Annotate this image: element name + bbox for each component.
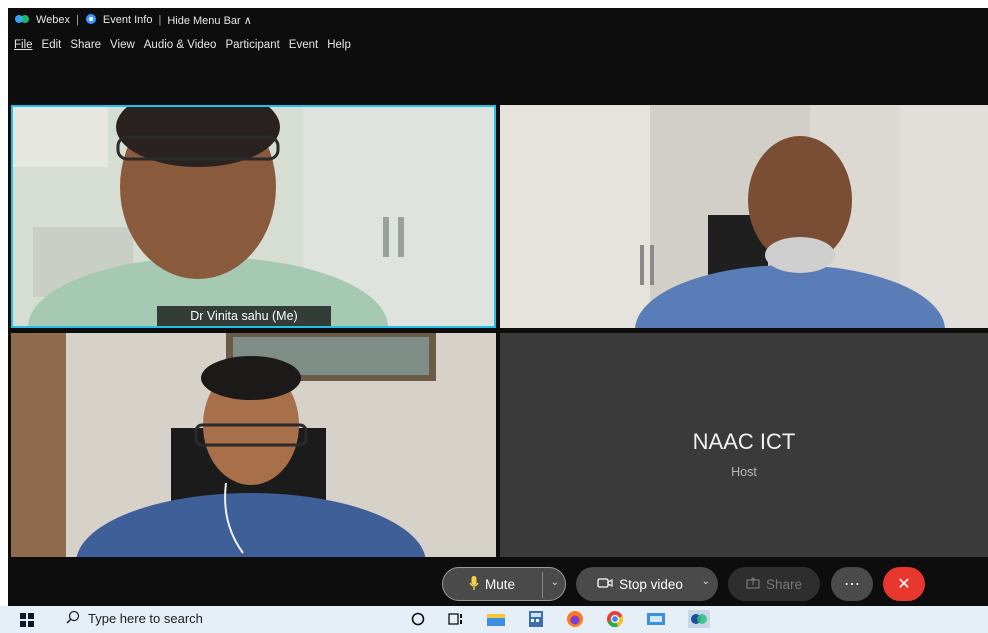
meeting-controls: Mute ⌄ Stop video ⌄ Share ⋯ ✕ [8,564,988,606]
audio-options-chevron-icon[interactable]: ⌄ [551,577,559,588]
video-grid: Dr Vinita sahu (Me) NAAC ICT Host [8,102,988,562]
leave-meeting-button[interactable]: ✕ [883,567,925,601]
title-separator-2: | [158,14,162,26]
chrome-icon[interactable] [606,610,624,633]
host-name: NAAC ICT [692,429,796,454]
windows-start-icon[interactable] [20,613,34,627]
menu-view[interactable]: View [110,39,135,51]
menu-bar: File Edit Share View Audio & Video Parti… [8,34,351,56]
webex-meeting-window: Webex | Event Info | Hide Menu Bar ∧ Fil… [8,8,988,606]
mute-button[interactable]: Mute ⌄ [442,567,566,601]
task-view-icon[interactable] [448,611,464,632]
menu-help[interactable]: Help [327,39,351,51]
cortana-icon[interactable] [410,611,426,632]
calculator-icon[interactable] [528,610,544,633]
firefox-icon[interactable] [566,610,584,633]
title-separator: | [76,14,79,26]
stop-video-label: Stop video [619,576,683,592]
video-options-chevron-icon[interactable]: ⌄ [702,576,710,587]
taskbar-search-box[interactable]: Type here to search [66,610,203,627]
search-icon [66,610,80,627]
menu-share[interactable]: Share [70,39,101,51]
participant-2-video-feed [500,105,988,328]
self-video-feed [13,107,494,326]
participant-3-video-feed [11,333,496,557]
search-placeholder: Type here to search [88,611,203,626]
video-tile-participant-3[interactable] [11,333,496,557]
microphone-icon [469,575,479,594]
windows-taskbar: Type here to search [0,606,988,633]
webex-logo-icon [14,14,30,27]
menu-participant[interactable]: Participant [225,39,279,51]
menu-event[interactable]: Event [289,39,318,51]
video-tile-participant-2[interactable] [500,105,988,328]
mute-label: Mute [484,576,515,592]
host-role-label: Host [731,465,757,479]
share-label: Share [765,576,803,592]
share-button[interactable]: Share [728,567,820,601]
video-tile-host[interactable]: NAAC ICT Host [500,333,988,557]
menu-audio-video[interactable]: Audio & Video [144,39,217,51]
menu-file[interactable]: File [14,39,33,51]
hide-menu-bar-button[interactable]: Hide Menu Bar ∧ [167,14,251,27]
app-name: Webex [36,14,71,26]
participant-name-tag: Dr Vinita sahu (Me) [157,306,331,326]
menu-edit[interactable]: Edit [42,39,62,51]
webex-taskbar-icon[interactable] [688,610,710,633]
event-info-link[interactable]: Event Info [103,14,153,26]
video-tile-self[interactable]: Dr Vinita sahu (Me) [11,105,496,328]
share-icon [746,576,760,592]
event-info-icon [85,13,97,28]
remote-desktop-icon[interactable] [646,611,666,632]
stop-video-button[interactable]: Stop video ⌄ [576,567,718,601]
file-explorer-icon[interactable] [486,611,506,632]
more-options-button[interactable]: ⋯ [831,567,873,601]
mute-divider [542,572,543,598]
camera-icon [597,577,613,592]
title-bar: Webex | Event Info | Hide Menu Bar ∧ [8,8,988,32]
taskbar-pinned-apps [410,610,710,633]
